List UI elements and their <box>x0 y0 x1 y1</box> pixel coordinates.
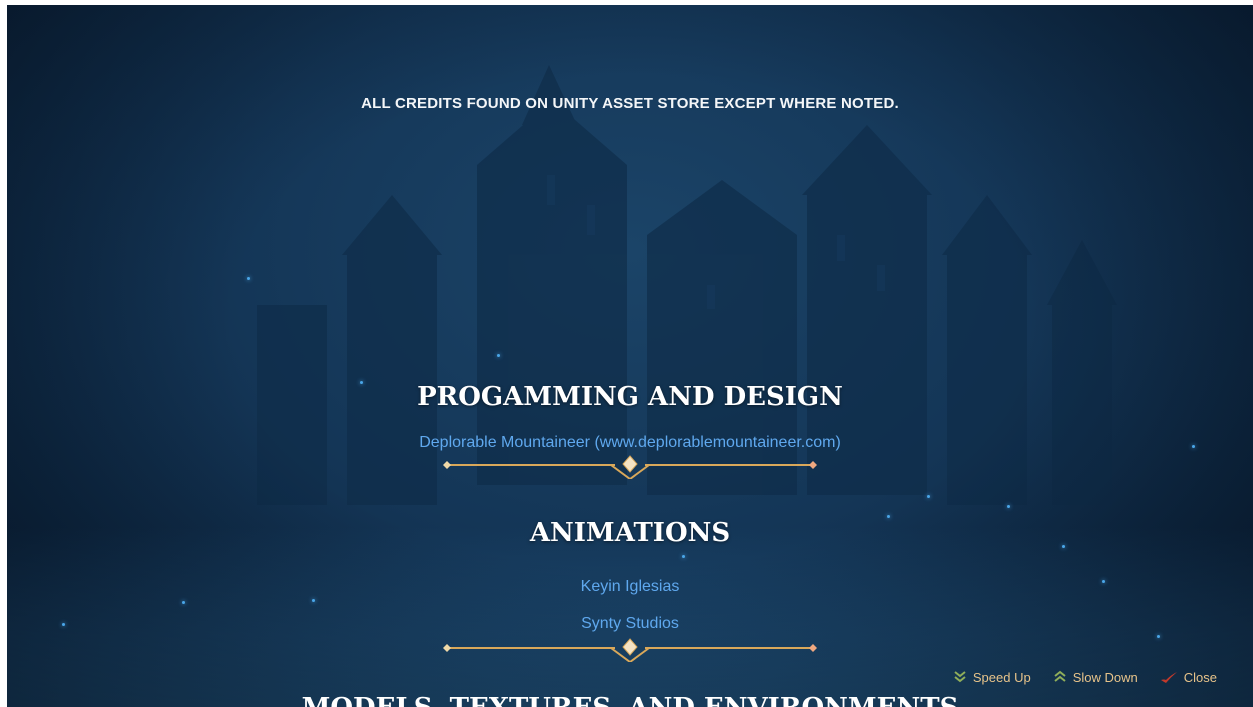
credits-notice: ALL CREDITS FOUND ON UNITY ASSET STORE E… <box>361 95 899 112</box>
credit-keyin-iglesias: Keyin Iglesias <box>580 578 680 595</box>
section-title-programming: PROGAMMING AND DESIGN <box>417 382 843 412</box>
section-title-models: MODELS, TEXTURES, AND ENVIRONMENTS <box>7 693 1253 707</box>
check-mark-icon <box>1160 672 1177 683</box>
control-hints: Speed Up Slow Down Close <box>953 669 1217 685</box>
credit-deplorable-mountaineer: Deplorable Mountaineer (www.deplorablemo… <box>419 434 841 451</box>
close-button[interactable]: Close <box>1160 669 1217 685</box>
double-chevron-down-icon <box>954 671 966 683</box>
sparkle <box>1007 505 1010 508</box>
sparkle <box>682 555 685 558</box>
credits-screen: ALL CREDITS FOUND ON UNITY ASSET STORE E… <box>7 5 1253 707</box>
close-label: Close <box>1183 669 1217 685</box>
sparkle <box>927 495 930 498</box>
double-chevron-up-icon <box>1054 670 1066 682</box>
speed-up-label: Speed Up <box>972 669 1031 685</box>
slow-down-label: Slow Down <box>1072 669 1138 685</box>
sparkle <box>312 599 315 602</box>
sparkle <box>247 277 250 280</box>
credit-synty-studios: Synty Studios <box>581 615 679 632</box>
slow-down-button[interactable]: Slow Down <box>1053 669 1138 685</box>
sparkle <box>1157 635 1160 638</box>
speed-up-button[interactable]: Speed Up <box>953 669 1031 685</box>
ornamental-divider <box>443 455 817 479</box>
sparkle <box>182 601 185 604</box>
sparkle <box>497 354 500 357</box>
section-title-animations: ANIMATIONS <box>529 518 731 548</box>
ornamental-divider <box>443 638 817 662</box>
